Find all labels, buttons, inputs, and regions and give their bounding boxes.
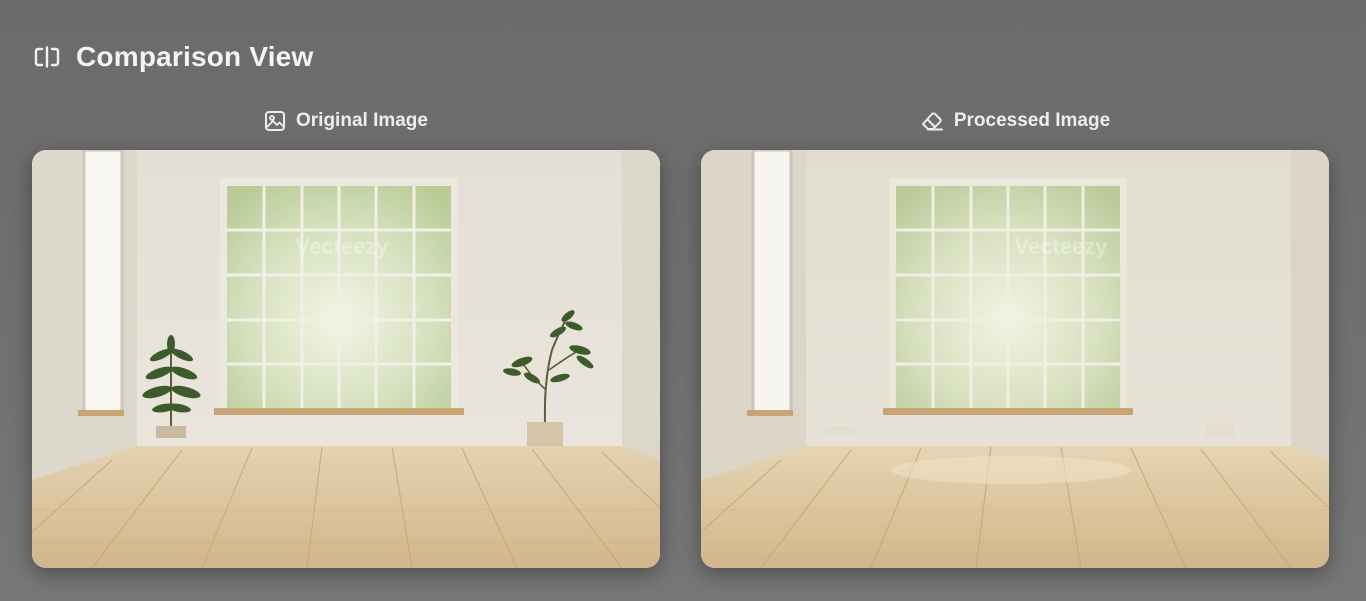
processed-image-panel: Processed Image Vecteezy	[701, 106, 1329, 568]
original-image-caption: Original Image	[32, 106, 660, 136]
eraser-icon	[920, 110, 944, 132]
comparison-header: Comparison View	[34, 38, 313, 76]
original-image: Vecteezy	[32, 150, 660, 568]
processed-image: Vecteezy	[701, 150, 1329, 568]
page-title: Comparison View	[76, 41, 314, 72]
watermark-text: Vecteezy	[296, 234, 390, 259]
processed-image-label: Processed Image	[953, 110, 1111, 131]
original-image-panel: Original Image Vecteezy	[32, 106, 660, 568]
compare-icon	[34, 46, 60, 68]
processed-image-caption: Processed Image	[701, 106, 1329, 136]
image-icon	[264, 110, 286, 132]
original-image-label: Original Image	[296, 110, 428, 131]
watermark-text: Vecteezy	[1015, 234, 1109, 259]
